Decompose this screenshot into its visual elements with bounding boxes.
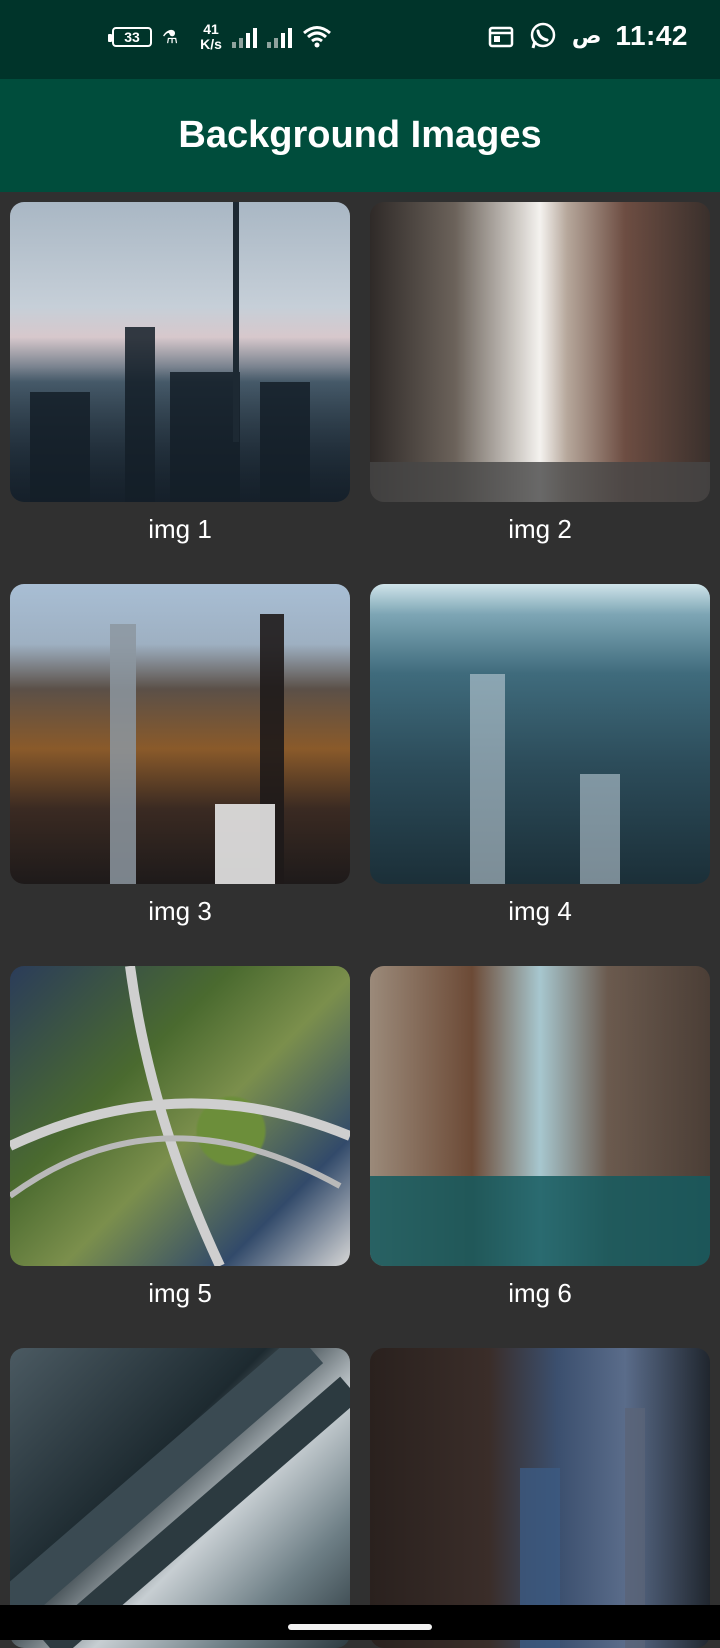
image-thumbnail[interactable] — [10, 584, 350, 884]
battery-icon: 33 — [108, 27, 152, 47]
image-tile-4[interactable]: img 4 — [370, 584, 710, 926]
status-bar: 33 ⚗ 41 K/s ص 11:42 — [0, 0, 720, 79]
image-caption: img 6 — [508, 1278, 572, 1308]
image-thumbnail[interactable] — [10, 1348, 350, 1648]
image-tile-8[interactable] — [370, 1348, 710, 1648]
image-caption: img 4 — [508, 896, 572, 926]
image-caption: img 2 — [508, 514, 572, 544]
status-right: ص 11:42 — [488, 20, 688, 52]
navigation-bar — [0, 1605, 720, 1640]
arabic-indicator: ص — [571, 23, 602, 48]
wifi-icon — [302, 26, 331, 48]
battery-level: 33 — [124, 29, 140, 45]
image-thumbnail[interactable] — [10, 966, 350, 1266]
image-tile-5[interactable]: img 5 — [10, 966, 350, 1308]
signal-icon — [231, 26, 257, 48]
network-speed: 41 K/s — [200, 22, 222, 52]
signal-icon — [266, 26, 292, 48]
home-gesture-handle[interactable] — [288, 1624, 432, 1630]
status-left: 33 ⚗ 41 K/s — [108, 22, 332, 52]
network-speed-unit: K/s — [200, 36, 222, 52]
image-tile-3[interactable]: img 3 — [10, 584, 350, 926]
image-caption: img 3 — [148, 896, 212, 926]
image-tile-6[interactable]: img 6 — [370, 966, 710, 1308]
page-title: Background Images — [178, 114, 542, 156]
image-caption: img 5 — [148, 1278, 212, 1308]
image-thumbnail[interactable] — [370, 966, 710, 1266]
image-tile-2[interactable]: img 2 — [370, 202, 710, 544]
app-bar: Background Images — [0, 79, 720, 192]
image-thumbnail[interactable] — [10, 202, 350, 502]
network-speed-value: 41 — [203, 21, 219, 37]
image-tile-7[interactable] — [10, 1348, 350, 1648]
image-tile-1[interactable]: img 1 — [10, 202, 350, 544]
calendar-icon — [488, 26, 514, 48]
flask-icon: ⚗ — [162, 26, 179, 47]
image-thumbnail[interactable] — [370, 584, 710, 884]
image-thumbnail[interactable] — [370, 202, 710, 502]
whatsapp-icon — [530, 22, 556, 49]
clock-time: 11:42 — [615, 20, 688, 51]
image-caption: img 1 — [148, 514, 212, 544]
image-thumbnail[interactable] — [370, 1348, 710, 1648]
